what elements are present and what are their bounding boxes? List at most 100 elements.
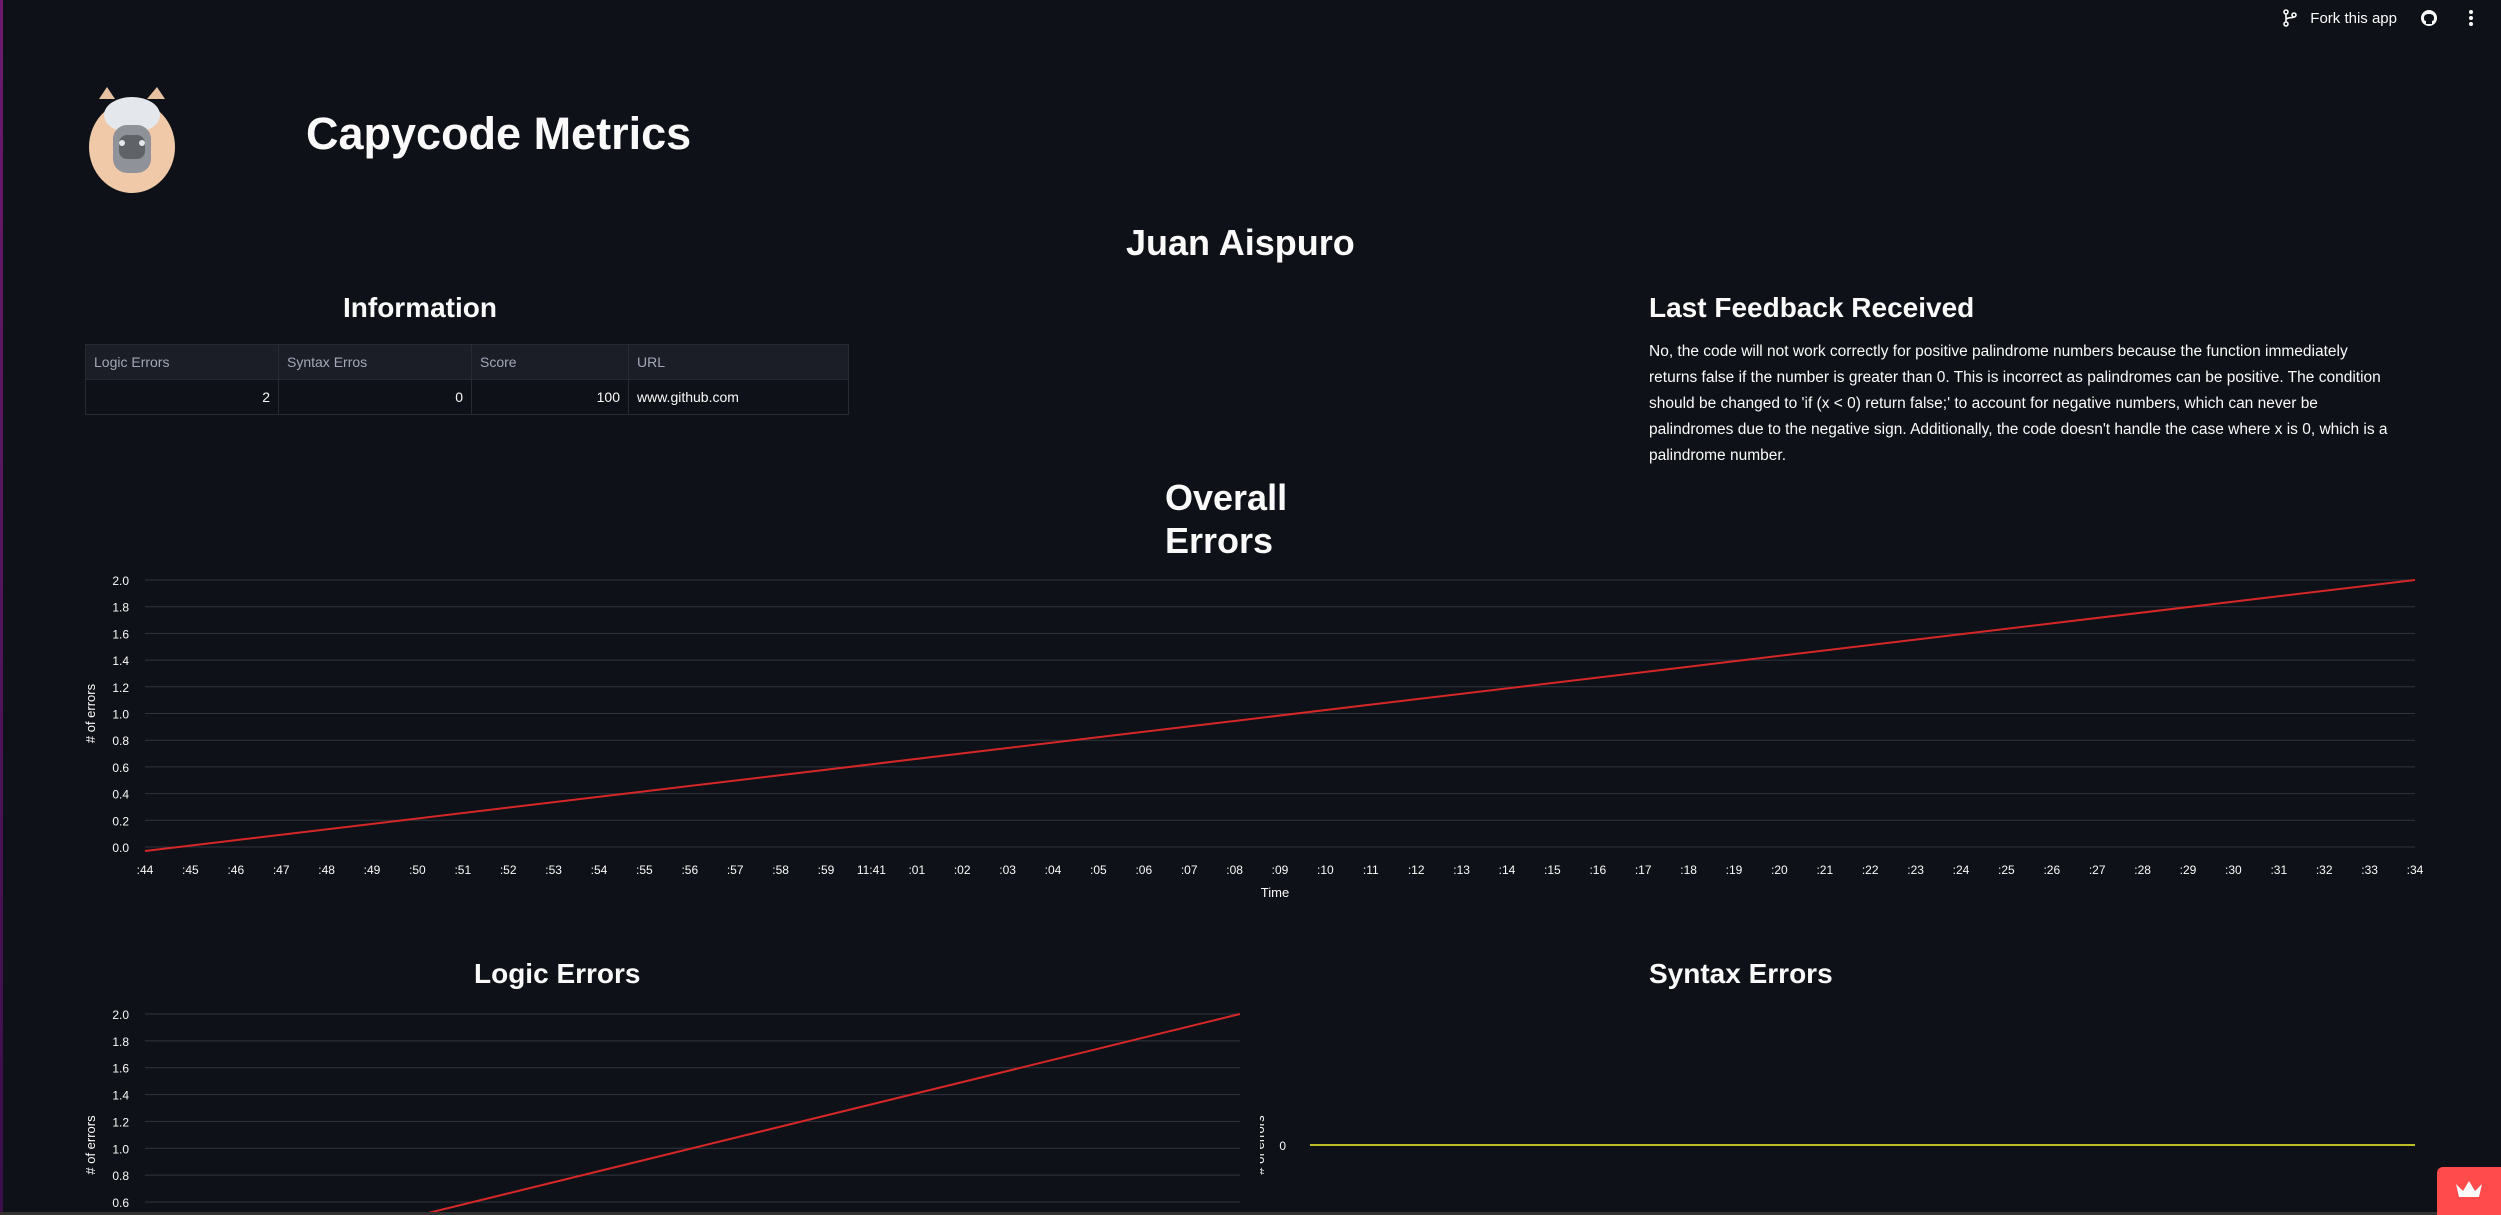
y-tick-label: 1.4 xyxy=(112,1089,129,1103)
fork-app-button[interactable]: Fork this app xyxy=(2280,8,2397,28)
y-tick-label: 0 xyxy=(1279,1139,1286,1153)
capybara-logo xyxy=(85,85,180,195)
series-line xyxy=(419,1013,1241,1215)
y-tick-label: 0.6 xyxy=(112,1196,129,1210)
y-axis-label: # of errors xyxy=(83,683,98,743)
overall-errors-title: Overall Errors xyxy=(1165,476,1287,562)
x-tick-label: :29 xyxy=(2180,863,2197,877)
y-tick-label: 1.2 xyxy=(112,681,129,695)
x-tick-label: :13 xyxy=(1453,863,1470,877)
x-tick-label: :04 xyxy=(1045,863,1062,877)
y-tick-label: 1.4 xyxy=(112,654,129,668)
x-tick-label: :06 xyxy=(1135,863,1152,877)
fork-app-label: Fork this app xyxy=(2310,9,2397,27)
x-tick-label: :34 xyxy=(2407,863,2424,877)
x-tick-label: :15 xyxy=(1544,863,1561,877)
column-header[interactable]: URL xyxy=(628,344,849,380)
x-tick-label: :10 xyxy=(1317,863,1334,877)
x-tick-label: :16 xyxy=(1589,863,1606,877)
y-axis-label: # of errors xyxy=(1260,1115,1267,1175)
series-line xyxy=(144,579,2416,852)
overall-errors-title-line: Errors xyxy=(1165,520,1274,561)
x-tick-label: :27 xyxy=(2089,863,2106,877)
feedback-title: Last Feedback Received xyxy=(1649,292,1975,323)
app-title: Capycode Metrics xyxy=(306,108,692,159)
x-tick-label: :20 xyxy=(1771,863,1788,877)
table-row: 2 0 100 www.github.com xyxy=(85,379,849,415)
x-tick-label: :22 xyxy=(1862,863,1879,877)
column-header[interactable]: Score xyxy=(471,344,629,380)
x-tick-label: :28 xyxy=(2134,863,2151,877)
x-tick-label: :14 xyxy=(1499,863,1516,877)
x-tick-label: :54 xyxy=(591,863,608,877)
x-tick-label: :31 xyxy=(2270,863,2287,877)
overall-errors-chart[interactable]: 0.0 0.2 0.4 0.6 0.8 1.0 1.2 1.4 1.6 1.8 2.0:44:45:… xyxy=(0,560,2501,940)
x-tick-label: :03 xyxy=(999,863,1016,877)
more-menu-icon[interactable] xyxy=(2461,8,2481,28)
x-tick-label: :11 xyxy=(1363,863,1379,877)
x-tick-label: 11:41 xyxy=(857,863,886,877)
y-tick-label: 1.8 xyxy=(112,601,129,615)
table-cell[interactable]: 0 xyxy=(278,379,472,415)
syntax-errors-chart[interactable]: 0 # of errors xyxy=(1260,1000,2500,1215)
y-tick-label: 1.0 xyxy=(112,1142,129,1156)
x-tick-label: :50 xyxy=(409,863,426,877)
fork-icon xyxy=(2280,8,2300,28)
x-tick-label: :12 xyxy=(1408,863,1425,877)
y-tick-label: 1.6 xyxy=(112,1062,129,1076)
y-tick-label: 1.6 xyxy=(112,627,129,641)
x-tick-label: :18 xyxy=(1680,863,1697,877)
column-header[interactable]: Syntax Erros xyxy=(278,344,472,380)
x-tick-label: :46 xyxy=(227,863,244,877)
x-tick-label: :44 xyxy=(137,863,154,877)
table-cell[interactable]: 2 xyxy=(85,379,279,415)
y-tick-label: 1.0 xyxy=(112,708,129,722)
x-tick-label: :09 xyxy=(1272,863,1289,877)
column-header[interactable]: Logic Errors xyxy=(85,344,279,380)
x-tick-label: :48 xyxy=(318,863,335,877)
y-tick-label: 0.0 xyxy=(112,841,129,855)
x-tick-label: :05 xyxy=(1090,863,1107,877)
y-tick-label: 2.0 xyxy=(112,574,129,588)
table-cell[interactable]: 100 xyxy=(471,379,629,415)
x-axis-label: Time xyxy=(1261,885,1289,900)
crown-icon xyxy=(2454,1178,2484,1205)
information-table: Logic Errors Syntax Erros Score URL 2 0 … xyxy=(85,344,849,415)
logic-errors-title: Logic Errors xyxy=(474,958,641,989)
streamlit-badge-button[interactable] xyxy=(2437,1167,2501,1215)
x-tick-label: :25 xyxy=(1998,863,2015,877)
x-tick-label: :59 xyxy=(818,863,835,877)
x-tick-label: :58 xyxy=(772,863,789,877)
y-tick-label: 0.8 xyxy=(112,734,129,748)
x-tick-label: :21 xyxy=(1816,863,1833,877)
x-tick-label: :52 xyxy=(500,863,517,877)
x-tick-label: :30 xyxy=(2225,863,2242,877)
x-tick-label: :17 xyxy=(1635,863,1652,877)
x-tick-label: :02 xyxy=(954,863,971,877)
x-tick-label: :23 xyxy=(1907,863,1924,877)
syntax-errors-title: Syntax Errors xyxy=(1649,958,1833,989)
y-tick-label: 0.6 xyxy=(112,761,129,775)
y-tick-label: 0.2 xyxy=(112,814,129,828)
x-tick-label: :56 xyxy=(681,863,698,877)
x-tick-label: :45 xyxy=(182,863,199,877)
x-tick-label: :19 xyxy=(1726,863,1743,877)
overall-errors-title-line: Overall xyxy=(1165,477,1288,518)
logic-errors-chart[interactable]: 0.6 0.8 1.0 1.2 1.4 1.6 1.8 2.0 # of errors xyxy=(0,1000,1260,1215)
github-icon[interactable] xyxy=(2419,8,2439,28)
feedback-text: No, the code will not work correctly for… xyxy=(1649,343,2388,464)
app-toolbar: Fork this app xyxy=(2280,8,2481,28)
table-cell[interactable]: www.github.com xyxy=(628,379,849,415)
x-tick-label: :01 xyxy=(908,863,925,877)
y-axis-label: # of errors xyxy=(83,1115,98,1175)
x-tick-label: :26 xyxy=(2043,863,2060,877)
x-tick-label: :33 xyxy=(2361,863,2378,877)
x-tick-label: :47 xyxy=(273,863,290,877)
user-name: Juan Aispuro xyxy=(1126,222,1355,263)
y-tick-label: 1.2 xyxy=(112,1115,129,1129)
x-tick-label: :53 xyxy=(545,863,562,877)
x-tick-label: :07 xyxy=(1181,863,1198,877)
y-tick-label: 0.8 xyxy=(112,1169,129,1183)
x-tick-label: :57 xyxy=(727,863,744,877)
information-title: Information xyxy=(343,292,497,323)
